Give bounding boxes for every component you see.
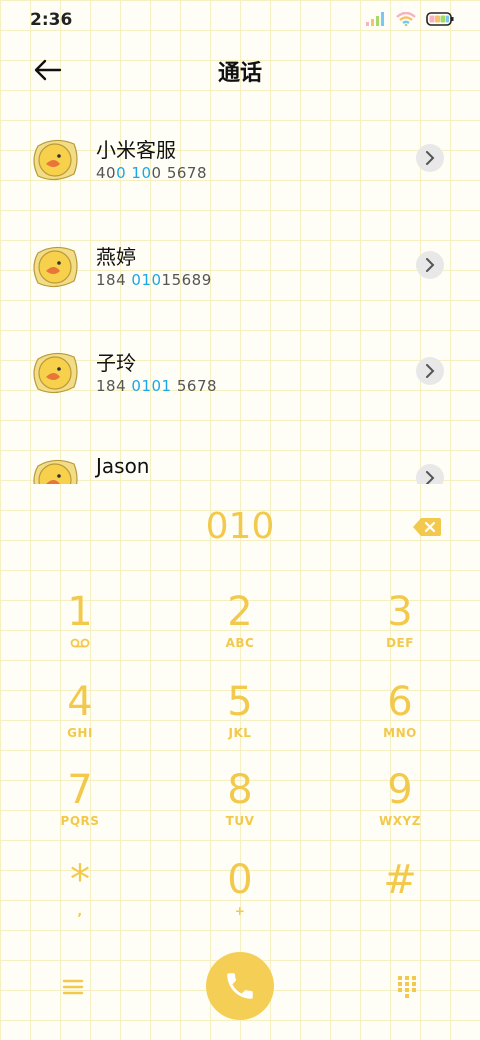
contact-detail-button[interactable] [416, 251, 444, 279]
status-bar: 2:36 [0, 0, 480, 40]
key-0[interactable]: 0 + [160, 852, 320, 940]
key-letters: JKL [228, 726, 252, 740]
key-letters: TUV [225, 814, 255, 828]
key-digit: 2 [227, 589, 253, 635]
number-match: 010 [131, 271, 162, 289]
key-7[interactable]: 7 PQRS [0, 762, 160, 850]
contact-name: 子玲 [96, 351, 136, 375]
key-8[interactable]: 8 TUV [160, 762, 320, 850]
number-part: 184 [96, 271, 132, 289]
key-2[interactable]: 2 ABC [160, 584, 320, 672]
duck-avatar-icon [33, 459, 78, 484]
contact-name: 小米客服 [96, 138, 176, 162]
key-letters: DEF [386, 636, 414, 650]
number-part: 15689 [161, 271, 212, 289]
duck-avatar-icon [33, 139, 78, 181]
key-letters: ABC [225, 636, 255, 650]
contact-list: 小米客服 400 100 5678 燕婷 184 01015689 子玲 184… [0, 106, 480, 484]
key-letters: , [77, 904, 83, 918]
contact-detail-button[interactable] [416, 357, 444, 385]
key-digit: 0 [227, 857, 253, 903]
call-button[interactable] [206, 952, 274, 1020]
contact-number: 184 0101 5678 [96, 377, 217, 395]
status-icons [366, 12, 454, 26]
key-hash[interactable]: # [320, 852, 480, 940]
key-star[interactable]: * , [0, 852, 160, 940]
key-1[interactable]: 1 [0, 584, 160, 672]
chevron-right-icon [426, 258, 435, 272]
battery-icon [426, 12, 454, 26]
contact-detail-button[interactable] [416, 464, 444, 484]
key-digit: # [383, 857, 417, 903]
phone-icon [227, 973, 253, 999]
chevron-right-icon [426, 151, 435, 165]
duck-avatar-icon [33, 352, 78, 394]
key-letters: MNO [383, 726, 417, 740]
key-4[interactable]: 4 GHI [0, 674, 160, 762]
backspace-icon[interactable] [412, 516, 442, 538]
contact-name: 燕婷 [96, 245, 136, 269]
key-digit: 4 [67, 679, 93, 725]
dialpad-icon[interactable] [392, 972, 422, 1002]
number-match: 0101 [131, 377, 172, 395]
dialed-number: 010 [205, 506, 275, 547]
number-part: 5678 [171, 377, 218, 395]
key-6[interactable]: 6 MNO [320, 674, 480, 762]
voicemail-icon [70, 638, 90, 648]
contact-row[interactable]: 小米客服 400 100 5678 [0, 106, 480, 212]
key-digit: 8 [227, 767, 253, 813]
key-3[interactable]: 3 DEF [320, 584, 480, 672]
contact-detail-button[interactable] [416, 144, 444, 172]
status-time: 2:36 [30, 10, 73, 30]
key-digit: 3 [387, 589, 413, 635]
menu-icon[interactable] [58, 974, 88, 1000]
key-digit: 7 [67, 767, 93, 813]
page-title: 通话 [217, 61, 262, 86]
contact-number: 184 01015689 [96, 271, 212, 289]
key-digit: 9 [387, 767, 413, 813]
chevron-right-icon [426, 364, 435, 378]
contact-row[interactable]: 燕婷 184 01015689 [0, 213, 480, 319]
signal-icon [366, 12, 384, 26]
key-9[interactable]: 9 WXYZ [320, 762, 480, 850]
number-match: 0 [116, 164, 127, 182]
key-letters: + [234, 904, 246, 918]
key-5[interactable]: 5 JKL [160, 674, 320, 762]
number-match: 10 [131, 164, 152, 182]
wifi-icon [396, 12, 416, 26]
contact-number: 400 100 5678 [96, 164, 207, 182]
bottom-bar [0, 952, 480, 1040]
key-digit: 5 [227, 679, 253, 725]
number-part: 40 [96, 164, 117, 182]
duck-avatar-icon [33, 246, 78, 288]
key-letters: WXYZ [379, 814, 421, 828]
key-letters: PQRS [60, 814, 100, 828]
header: 通话 [0, 40, 480, 100]
key-digit: 6 [387, 679, 413, 725]
contact-row[interactable]: 子玲 184 0101 5678 [0, 319, 480, 425]
contact-row[interactable]: Jason [0, 426, 480, 484]
key-letters: GHI [67, 726, 93, 740]
contact-name: Jason [96, 454, 150, 478]
number-part: 184 [96, 377, 132, 395]
key-digit: * [70, 857, 90, 903]
key-digit: 1 [67, 589, 93, 635]
chevron-right-icon [426, 471, 435, 484]
number-part: 0 5678 [151, 164, 208, 182]
